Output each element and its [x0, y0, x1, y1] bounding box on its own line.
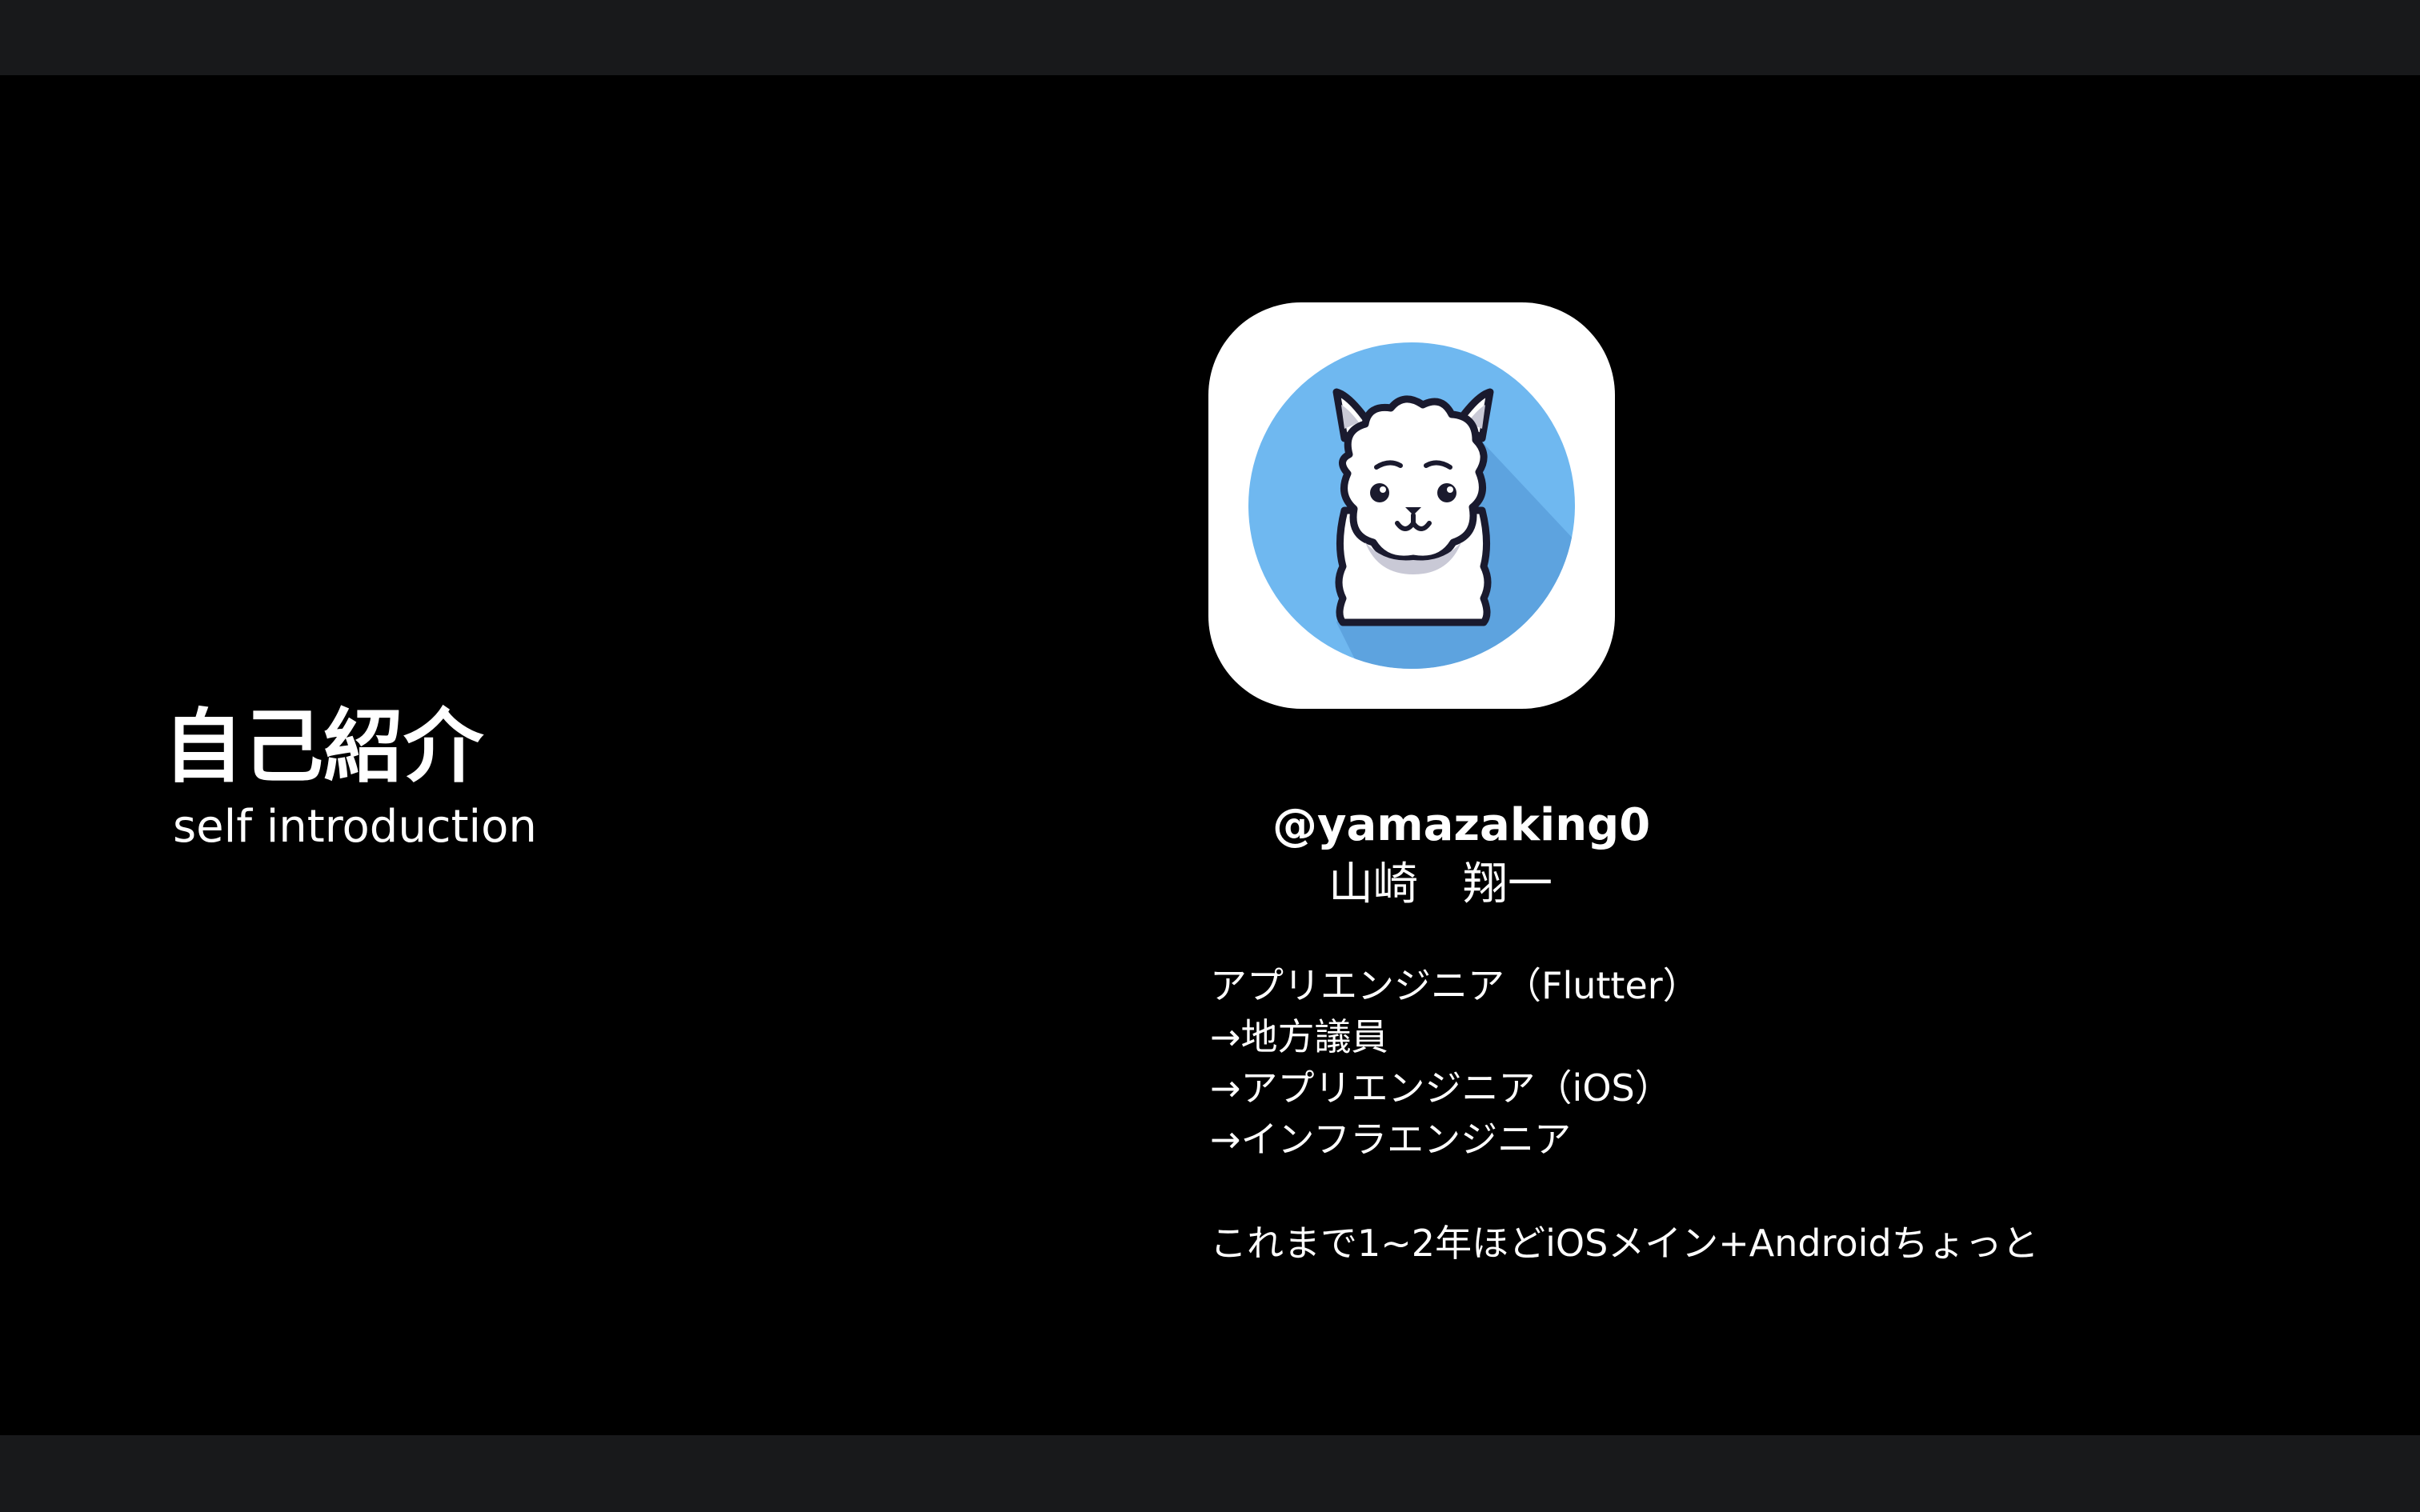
section-title: 自己紹介 — [163, 700, 483, 794]
profile-name: 山崎 翔一 — [1328, 858, 1553, 910]
career-item: アプリエンジニア（Flutter） — [1210, 964, 1700, 1007]
section-subtitle: self introduction — [173, 801, 537, 853]
career-list: アプリエンジニア（Flutter） →地方議員 →アプリエンジニア（iOS） →… — [1210, 960, 1700, 1165]
top-letterbox-bar — [0, 0, 2420, 75]
avatar — [1208, 302, 1615, 709]
career-item: →地方議員 — [1210, 1015, 1388, 1058]
experience-summary: これまで1~2年ほどiOSメイン+Androidちょっと — [1210, 1222, 2039, 1265]
profile-handle: @yamazaking0 — [1272, 799, 1651, 851]
career-item: →インフラエンジニア — [1210, 1118, 1572, 1161]
alpaca-icon — [1248, 342, 1575, 669]
bottom-letterbox-bar — [0, 1435, 2420, 1512]
career-item: →アプリエンジニア（iOS） — [1210, 1066, 1672, 1110]
slide: 自己紹介 self introduction @yamazaking0 山崎 翔… — [0, 75, 2420, 1435]
